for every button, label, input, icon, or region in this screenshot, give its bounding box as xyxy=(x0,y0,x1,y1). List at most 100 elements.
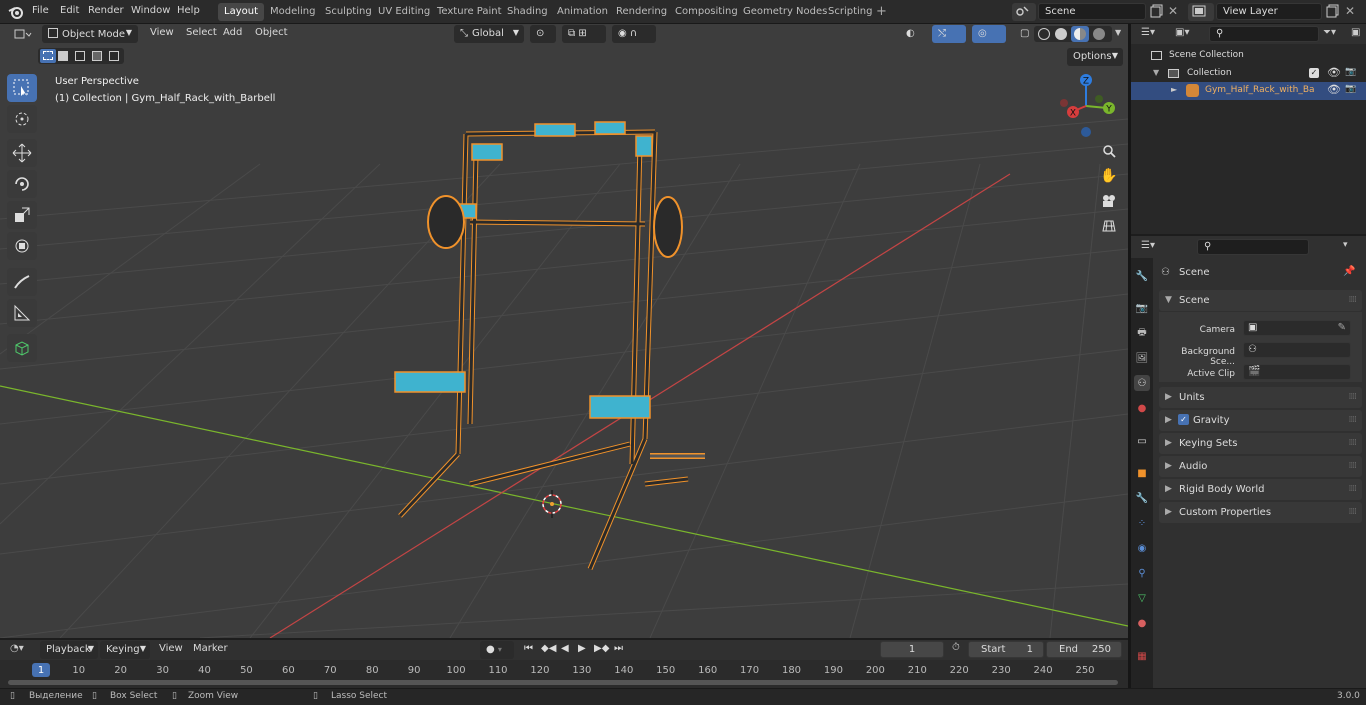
tab-rendering[interactable]: Rendering xyxy=(610,3,673,21)
tool-transform[interactable] xyxy=(7,232,37,260)
tab-geometry-nodes[interactable]: Geometry Nodes xyxy=(737,3,833,21)
vp-menu-add[interactable]: Add xyxy=(223,27,242,38)
perspective-toggle-button[interactable] xyxy=(1098,215,1120,237)
drag-handle-icon[interactable]: ⁞⁞⁞⁞ xyxy=(1349,415,1358,425)
panel-custom-properties[interactable]: ▶ Custom Properties ⁞⁞⁞⁞ xyxy=(1159,502,1362,523)
menu-render[interactable]: Render xyxy=(88,5,124,16)
tool-annotate[interactable] xyxy=(7,268,37,296)
active-clip-field[interactable]: 🎬 xyxy=(1243,364,1351,380)
view-layer-selector-button[interactable] xyxy=(1188,3,1214,21)
tab-compositing[interactable]: Compositing xyxy=(669,3,744,21)
tool-scale[interactable] xyxy=(7,201,37,229)
filter-icon[interactable]: ⏷▾ xyxy=(1323,27,1336,38)
texture-tab-icon[interactable]: ▦ xyxy=(1134,648,1150,664)
properties-search-input[interactable]: ⚲ xyxy=(1197,239,1309,255)
eye-icon[interactable]: 👁 xyxy=(1327,66,1341,79)
tab-modeling[interactable]: Modeling xyxy=(264,3,322,21)
play-icon[interactable]: ▶ xyxy=(578,643,586,654)
select-extend-icon[interactable] xyxy=(58,51,68,61)
view-layer-field[interactable]: View Layer xyxy=(1216,3,1322,20)
world-tab-icon[interactable]: ● xyxy=(1134,400,1150,416)
blender-logo-icon[interactable] xyxy=(8,4,24,23)
view-layer-tab-icon[interactable]: 🖼 xyxy=(1134,350,1150,366)
panel-keying-sets[interactable]: ▶ Keying Sets ⁞⁞⁞⁞ xyxy=(1159,433,1362,454)
data-tab-icon[interactable]: ▽ xyxy=(1134,590,1150,606)
collection-tab-icon[interactable]: ▭ xyxy=(1134,433,1150,449)
playback-menu[interactable]: Playback ▼ xyxy=(40,641,98,659)
drag-handle-icon[interactable]: ⁞⁞⁞⁞ xyxy=(1349,461,1358,471)
end-frame-field[interactable]: End 250 xyxy=(1046,641,1122,658)
pin-icon[interactable]: 📌 xyxy=(1343,266,1355,277)
collection-checkbox-icon[interactable]: ✓ xyxy=(1309,68,1319,78)
jump-end-icon[interactable]: ⏭ xyxy=(614,643,623,654)
jump-start-icon[interactable]: ⏮ xyxy=(524,643,533,654)
overlay-toggle-button[interactable]: ◎ xyxy=(972,25,1006,43)
solid-shading-icon[interactable] xyxy=(1055,28,1067,40)
gizmo-toggle-button[interactable]: ⤭ xyxy=(932,25,966,43)
scene-name-field[interactable]: Scene xyxy=(1038,3,1146,20)
timeline-view-menu[interactable]: View xyxy=(159,643,183,654)
snap-button[interactable]: ⧉ ⊞ xyxy=(562,25,606,43)
tab-shading[interactable]: Shading xyxy=(501,3,554,21)
keying-menu[interactable]: Keying ▼ xyxy=(100,641,150,659)
add-workspace-button[interactable]: + xyxy=(876,4,887,19)
render-camera-icon[interactable]: 📷 xyxy=(1345,67,1356,77)
camera-view-button[interactable] xyxy=(1098,190,1120,212)
drag-handle-icon[interactable]: ⁞⁞⁞⁞ xyxy=(1349,392,1358,402)
outliner-search-input[interactable]: ⚲ xyxy=(1209,26,1319,42)
tab-texture-paint[interactable]: Texture Paint xyxy=(431,3,508,21)
pan-view-button[interactable]: ✋ xyxy=(1098,165,1120,187)
drag-handle-icon[interactable]: ⁞⁞⁞⁞ xyxy=(1349,507,1358,517)
constraints-tab-icon[interactable]: ⚲ xyxy=(1134,565,1150,581)
tab-layout[interactable]: Layout xyxy=(218,3,264,21)
xray-toggle-button[interactable]: ▢ xyxy=(1014,25,1032,43)
new-scene-icon[interactable] xyxy=(1150,4,1164,21)
jump-keyframe-forward-icon[interactable]: ▶◆ xyxy=(594,643,609,654)
particles-tab-icon[interactable]: ⁘ xyxy=(1134,515,1150,531)
transform-orientation-selector[interactable]: ⤡ Global ▼ xyxy=(454,25,524,43)
expand-chevron-icon[interactable]: ▼ xyxy=(1153,68,1159,77)
timeline-editor-type-icon[interactable]: ◔▾ xyxy=(10,643,24,654)
pivot-point-button[interactable]: ⊙ xyxy=(530,25,556,43)
panel-audio[interactable]: ▶ Audio ⁞⁞⁞⁞ xyxy=(1159,456,1362,477)
visibility-button[interactable]: ◐ xyxy=(900,25,930,43)
drag-handle-icon[interactable]: ⁞⁞⁞⁞ xyxy=(1349,484,1358,494)
shading-options-chevron-icon[interactable]: ▼ xyxy=(1115,28,1121,37)
vp-menu-view[interactable]: View xyxy=(150,27,174,38)
timeline-scrollbar-thumb[interactable] xyxy=(8,680,1118,685)
properties-editor-type-icon[interactable]: ☰▾ xyxy=(1141,240,1155,251)
rendered-shading-icon[interactable] xyxy=(1093,28,1105,40)
tool-tab-icon[interactable]: 🔧 xyxy=(1134,268,1150,284)
tab-uv-editing[interactable]: UV Editing xyxy=(372,3,436,21)
material-preview-shading-icon[interactable] xyxy=(1071,26,1089,42)
panel-gravity[interactable]: ▶ ✓ Gravity ⁞⁞⁞⁞ xyxy=(1159,410,1362,431)
menu-help[interactable]: Help xyxy=(177,5,200,16)
tool-move[interactable] xyxy=(7,139,37,167)
background-scene-field[interactable]: ⚇ xyxy=(1243,342,1351,358)
start-frame-field[interactable]: Start 1 xyxy=(968,641,1044,658)
play-reverse-icon[interactable]: ◀ xyxy=(561,643,569,654)
outliner-row-object[interactable]: ► Gym_Half_Rack_with_Ba 👁 📷 xyxy=(1131,82,1366,100)
menu-file[interactable]: File xyxy=(32,5,49,16)
modifier-tab-icon[interactable]: 🔧 xyxy=(1134,490,1150,506)
panel-rigid-body-world[interactable]: ▶ Rigid Body World ⁞⁞⁞⁞ xyxy=(1159,479,1362,500)
wireframe-shading-icon[interactable] xyxy=(1038,28,1050,40)
zoom-view-button[interactable] xyxy=(1098,140,1120,162)
mode-selector[interactable]: Object Mode ▼ xyxy=(42,25,138,43)
eye-icon[interactable]: 👁 xyxy=(1327,83,1341,96)
menu-edit[interactable]: Edit xyxy=(60,5,79,16)
render-tab-icon[interactable]: 📷 xyxy=(1134,300,1150,316)
select-invert-icon[interactable] xyxy=(92,51,102,61)
new-collection-icon[interactable]: ▣ xyxy=(1351,27,1360,38)
vp-menu-select[interactable]: Select xyxy=(186,27,217,38)
tool-measure[interactable] xyxy=(7,299,37,327)
options-dropdown[interactable]: Options ▼ xyxy=(1067,48,1123,66)
output-tab-icon[interactable]: 🖶 xyxy=(1134,325,1150,341)
menu-window[interactable]: Window xyxy=(131,5,170,16)
stopwatch-icon[interactable]: ⏱ xyxy=(952,642,960,653)
drag-handle-icon[interactable]: ⁞⁞⁞⁞ xyxy=(1349,295,1358,305)
display-mode-icon[interactable]: ▣▾ xyxy=(1175,27,1189,38)
drag-handle-icon[interactable]: ⁞⁞⁞⁞ xyxy=(1349,438,1358,448)
properties-options-chevron-icon[interactable]: ▾ xyxy=(1343,240,1348,250)
outliner-row-scene-collection[interactable]: Scene Collection xyxy=(1131,48,1366,66)
